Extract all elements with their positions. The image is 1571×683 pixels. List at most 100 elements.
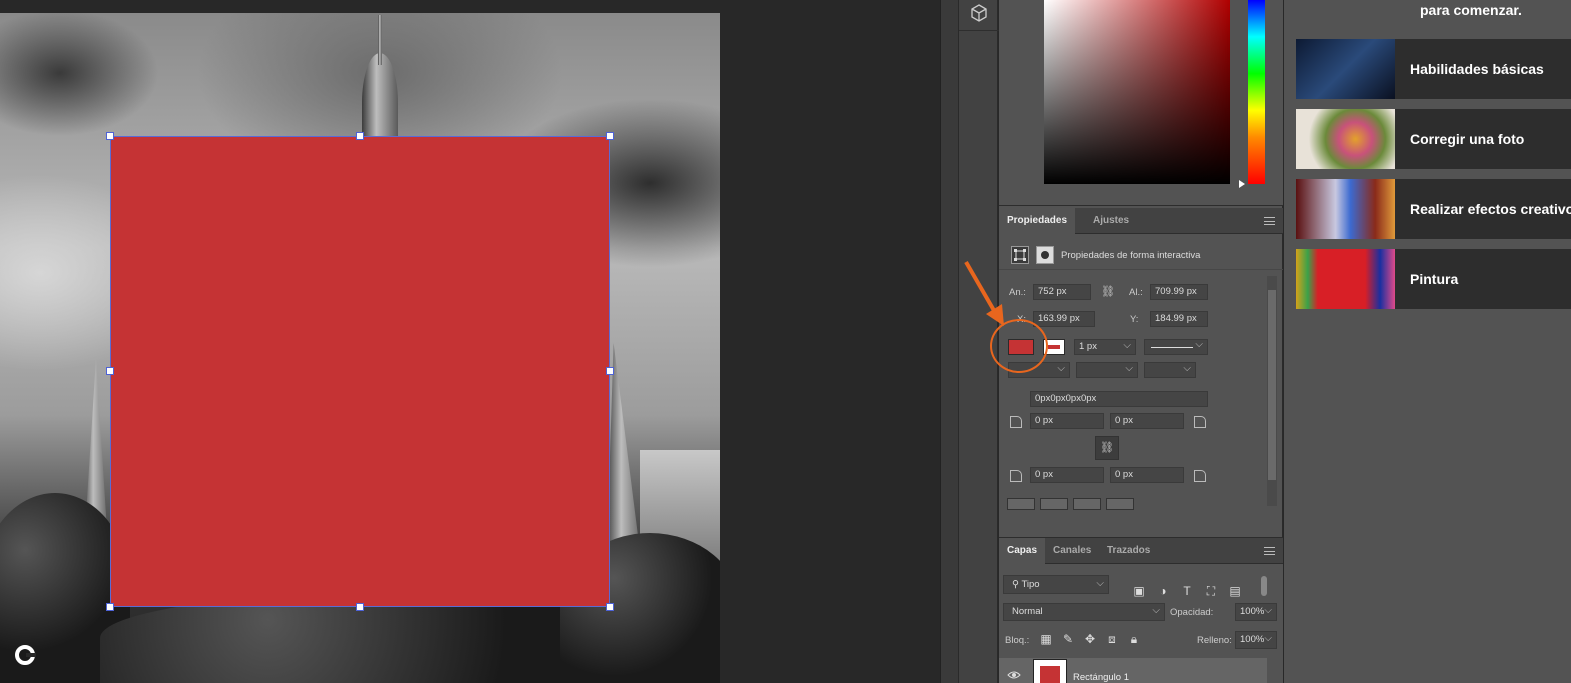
photoshop-window: Propiedades Ajustes Propiedades de forma…	[0, 0, 1571, 683]
filter-toggle-switch[interactable]	[1261, 576, 1267, 596]
tab-capas[interactable]: Capas	[999, 538, 1046, 564]
corner-top-left-field[interactable]: 0 px	[1030, 413, 1104, 429]
annotation-circle	[990, 319, 1048, 373]
layers-tab-row: Capas Canales Trazados	[999, 538, 1283, 564]
y-field[interactable]: 184.99 px	[1150, 311, 1208, 327]
layers-menu-icon[interactable]	[1264, 547, 1275, 555]
stroke-width-dropdown[interactable]: 1 px	[1074, 339, 1136, 355]
card-label: Pintura	[1410, 271, 1459, 287]
learn-card-painting[interactable]: Pintura	[1296, 249, 1571, 309]
learn-card-creative-effects[interactable]: Realizar efectos creativos	[1296, 179, 1571, 239]
width-label: An.:	[1009, 287, 1026, 298]
link-corners-button[interactable]: ⛓	[1095, 436, 1119, 460]
tab-canales[interactable]: Canales	[1045, 538, 1099, 564]
dome-spire	[378, 15, 382, 65]
lock-transparency-icon[interactable]: ▦	[1039, 632, 1053, 646]
corner-bottom-right-icon	[1194, 470, 1206, 482]
color-picker-panel	[999, 0, 1283, 206]
transform-icon[interactable]	[1011, 246, 1029, 264]
learn-card-fix-photo[interactable]: Corregir una foto	[1296, 109, 1571, 169]
watermark-logo-icon	[14, 644, 36, 666]
combine-shapes-button[interactable]	[1007, 498, 1035, 510]
corner-bottom-right-field[interactable]: 0 px	[1110, 467, 1184, 483]
height-label: Al.:	[1129, 287, 1143, 298]
red-rectangle-shape[interactable]	[110, 136, 610, 607]
opacity-label: Opacidad:	[1170, 607, 1214, 618]
tab-ajustes[interactable]: Ajustes	[1085, 208, 1137, 234]
visibility-eye-icon[interactable]	[1007, 667, 1021, 679]
layer-filter-label: Tipo	[1021, 579, 1040, 590]
layer-thumbnail	[1033, 659, 1067, 683]
stroke-style-dropdown[interactable]	[1144, 339, 1208, 355]
color-saturation-field[interactable]	[1044, 0, 1230, 184]
lock-position-icon[interactable]: ✥	[1083, 632, 1097, 646]
panel-dock-strip	[940, 0, 958, 683]
learn-card-basic-skills[interactable]: Habilidades básicas	[1296, 39, 1571, 99]
stroke-corners-dropdown[interactable]	[1144, 362, 1196, 378]
opacity-field[interactable]: 100%	[1235, 603, 1277, 621]
filter-pixel-icon[interactable]: ▣	[1132, 584, 1146, 598]
filter-smart-object-icon[interactable]: ▤	[1228, 584, 1242, 598]
fill-label: Relleno:	[1197, 635, 1232, 646]
intersect-shapes-button[interactable]	[1073, 498, 1101, 510]
lock-artboard-icon[interactable]: ⧈	[1105, 632, 1119, 646]
learn-heading: para comenzar.	[1420, 2, 1522, 18]
shape-properties-title: Propiedades de forma interactiva	[1061, 250, 1201, 261]
filter-adjustment-icon[interactable]: ◑	[1156, 584, 1170, 598]
properties-menu-icon[interactable]	[1264, 217, 1275, 225]
corner-bottom-left-icon	[1010, 470, 1022, 482]
card-label: Habilidades básicas	[1410, 61, 1544, 77]
3d-cube-icon[interactable]	[968, 2, 990, 24]
fill-opacity-field[interactable]: 100%	[1235, 631, 1277, 649]
lock-pixels-icon[interactable]: ✎	[1061, 632, 1075, 646]
layers-panel: Capas Canales Trazados ⚲ Tipo ▣ ◑ T ⛶ ▤ …	[999, 537, 1283, 683]
transform-handle-tl[interactable]	[106, 132, 114, 140]
width-field[interactable]: 752 px	[1033, 284, 1091, 300]
properties-tab-row: Propiedades Ajustes	[999, 208, 1283, 234]
blend-mode-dropdown[interactable]: Normal	[1003, 603, 1165, 621]
shape-properties-header: Propiedades de forma interactiva	[999, 240, 1283, 270]
card-thumbnail	[1296, 109, 1395, 169]
lock-all-icon[interactable]: 🔒︎	[1127, 632, 1141, 646]
filter-shape-icon[interactable]: ⛶	[1204, 584, 1218, 598]
corner-top-right-field[interactable]: 0 px	[1110, 413, 1184, 429]
corner-radii-combined-field[interactable]: 0px0px0px0px	[1030, 391, 1208, 407]
corner-bottom-left-field[interactable]: 0 px	[1030, 467, 1104, 483]
transform-handle-bm[interactable]	[356, 603, 364, 611]
card-label: Corregir una foto	[1410, 131, 1525, 147]
layer-row[interactable]: Rectángulo 1	[999, 658, 1267, 683]
card-label: Realizar efectos creativos	[1410, 201, 1571, 217]
subtract-shapes-button[interactable]	[1040, 498, 1068, 510]
exclude-shapes-button[interactable]	[1106, 498, 1134, 510]
x-field[interactable]: 163.99 px	[1033, 311, 1095, 327]
card-thumbnail	[1296, 249, 1395, 309]
tab-propiedades[interactable]: Propiedades	[999, 208, 1076, 234]
layer-name[interactable]: Rectángulo 1	[1073, 672, 1129, 683]
lock-label: Bloq.:	[1005, 635, 1030, 646]
transform-handle-br[interactable]	[606, 603, 614, 611]
transform-handle-tm[interactable]	[356, 132, 364, 140]
link-dimensions-icon[interactable]: ⛓	[1101, 285, 1115, 298]
hue-slider[interactable]	[1248, 0, 1265, 184]
properties-scrollbar-thumb[interactable]	[1268, 290, 1276, 480]
document-canvas[interactable]	[0, 0, 940, 683]
learn-panel: para comenzar. Habilidades básicas Corre…	[1284, 0, 1571, 683]
tab-trazados[interactable]: Trazados	[1099, 538, 1158, 564]
layer-filter-dropdown[interactable]: ⚲ Tipo	[1003, 575, 1109, 594]
corner-top-left-icon	[1010, 416, 1022, 428]
properties-scrollbar[interactable]	[1267, 276, 1277, 506]
transform-handle-mr[interactable]	[606, 367, 614, 375]
corner-top-right-icon	[1194, 416, 1206, 428]
transform-handle-tr[interactable]	[606, 132, 614, 140]
height-field[interactable]: 709.99 px	[1150, 284, 1208, 300]
transform-handle-ml[interactable]	[106, 367, 114, 375]
filter-type-icon[interactable]: T	[1180, 584, 1194, 598]
y-label: Y:	[1130, 314, 1139, 325]
transform-handle-bl[interactable]	[106, 603, 114, 611]
annotation-arrow-icon	[964, 261, 1004, 326]
tool-divider	[959, 30, 999, 31]
stroke-caps-dropdown[interactable]	[1076, 362, 1138, 378]
card-thumbnail	[1296, 39, 1395, 99]
mask-icon[interactable]	[1036, 246, 1054, 264]
hue-slider-marker[interactable]	[1239, 180, 1245, 188]
